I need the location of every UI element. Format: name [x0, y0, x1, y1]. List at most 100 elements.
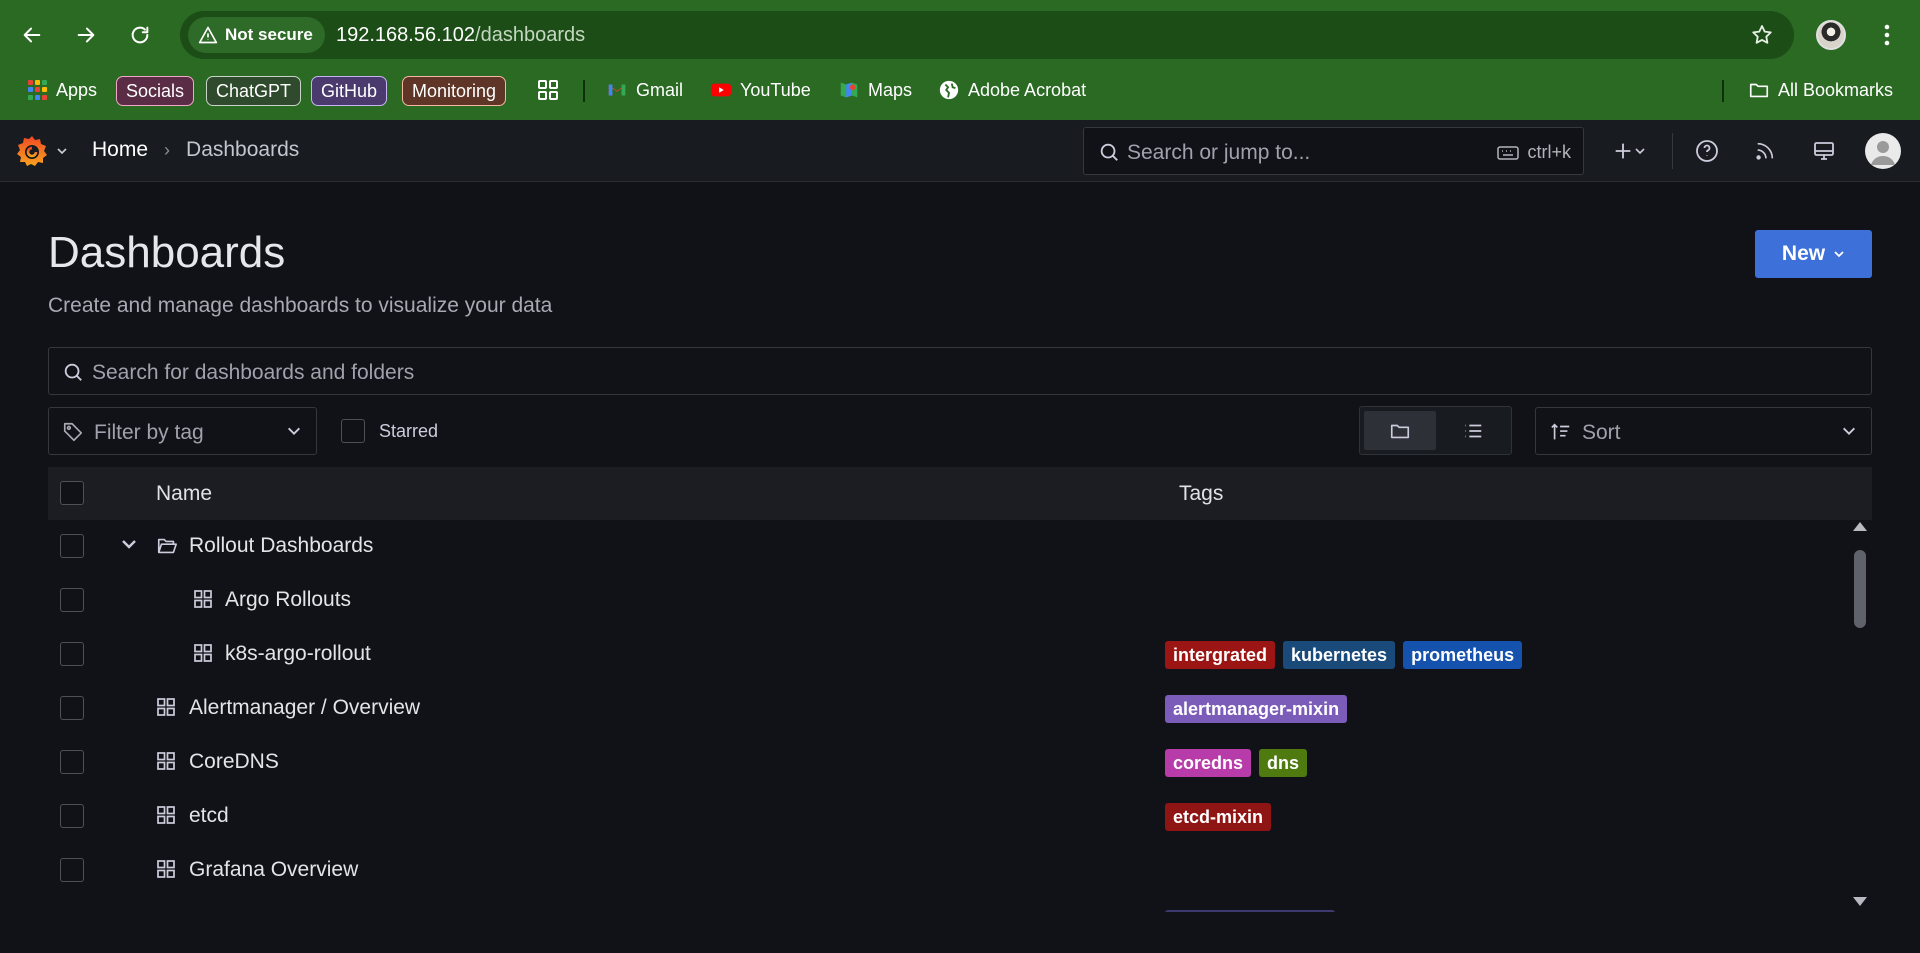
- table-row[interactable]: CoreDNS coredns dns: [48, 736, 1848, 790]
- address-bar[interactable]: Not secure 192.168.56.102/dashboards: [180, 11, 1794, 59]
- page-title: Dashboards: [48, 228, 286, 277]
- bookmark-label: Apps: [56, 79, 98, 100]
- row-tags: etcd-mixin: [1165, 803, 1272, 831]
- all-bookmarks-button[interactable]: All Bookmarks: [1748, 76, 1893, 104]
- row-name[interactable]: etcd: [189, 804, 229, 828]
- tag-badge[interactable]: intergrated: [1165, 641, 1276, 669]
- star-icon: [1752, 25, 1772, 44]
- forward-button[interactable]: [68, 17, 104, 53]
- maps-icon: [840, 82, 858, 98]
- browser-toolbar: Not secure 192.168.56.102/dashboards App…: [0, 0, 1920, 120]
- breadcrumb-current: Dashboards: [186, 138, 300, 161]
- dashboard-search-input[interactable]: Search for dashboards and folders: [48, 347, 1872, 395]
- row-checkbox[interactable]: [60, 534, 84, 558]
- table-row[interactable]: Grafana Overview: [48, 844, 1848, 898]
- user-avatar[interactable]: [1865, 133, 1901, 169]
- grafana-logo-icon: [17, 136, 47, 166]
- help-button[interactable]: [1689, 134, 1725, 168]
- search-icon: [1100, 143, 1118, 161]
- top-search-placeholder: Search or jump to...: [1127, 141, 1311, 164]
- dashboard-grid-icon: [157, 752, 175, 770]
- list-view-button[interactable]: [1437, 411, 1509, 450]
- row-checkbox[interactable]: [60, 858, 84, 882]
- bookmark-folder-github[interactable]: GitHub: [311, 76, 388, 106]
- starred-checkbox[interactable]: [341, 419, 365, 443]
- dashboard-grid-icon: [157, 698, 175, 716]
- bookmark-apps[interactable]: Apps: [28, 76, 97, 104]
- tag-badge[interactable]: dns: [1259, 749, 1308, 777]
- row-tags: intergrated kubernetes prometheus: [1165, 641, 1523, 669]
- bookmark-star-button[interactable]: [1750, 23, 1774, 52]
- reload-icon: [131, 26, 149, 44]
- bookmarks-bar: Apps Socials ChatGPT GitHub Monitoring G…: [0, 70, 1920, 110]
- tag-badge[interactable]: prometheus: [1403, 641, 1523, 669]
- dashboard-grid-icon: [157, 860, 175, 878]
- row-name[interactable]: Rollout Dashboards: [189, 534, 373, 558]
- tag-badge[interactable]: etcd-mixin: [1165, 803, 1272, 831]
- table-header: Name Tags: [48, 467, 1872, 520]
- table-row[interactable]: k8s-argo-rollout intergrated kubernetes …: [48, 628, 1848, 682]
- url-text[interactable]: 192.168.56.102/dashboards: [336, 24, 585, 47]
- help-circle-icon: [1696, 140, 1718, 162]
- row-checkbox[interactable]: [60, 804, 84, 828]
- breadcrumb-separator: ›: [164, 139, 171, 160]
- tag-filter-select[interactable]: Filter by tag: [48, 407, 317, 455]
- sort-select[interactable]: Sort: [1535, 407, 1872, 455]
- row-name[interactable]: CoreDNS: [189, 750, 279, 774]
- table-scrollbar[interactable]: [1848, 520, 1872, 912]
- folder-icon: [1390, 424, 1410, 438]
- top-search-input[interactable]: Search or jump to... ctrl+k: [1083, 127, 1584, 175]
- row-checkbox[interactable]: [60, 588, 84, 612]
- scroll-thumb[interactable]: [1854, 550, 1866, 628]
- chevron-down-icon[interactable]: [120, 535, 138, 553]
- scroll-down-arrow-icon[interactable]: [1853, 897, 1867, 906]
- row-checkbox[interactable]: [60, 750, 84, 774]
- bookmark-folder-socials[interactable]: Socials: [116, 76, 195, 106]
- site-info-chip[interactable]: Not secure: [188, 17, 325, 53]
- bookmark-maps[interactable]: Maps: [838, 76, 912, 104]
- table-row[interactable]: Alertmanager / Overview alertmanager-mix…: [48, 682, 1848, 736]
- chevron-down-icon: [288, 427, 300, 435]
- tag-badge[interactable]: coredns: [1165, 749, 1252, 777]
- row-name[interactable]: k8s-argo-rollout: [225, 642, 371, 666]
- add-new-menu-button[interactable]: [1605, 134, 1653, 168]
- row-checkbox[interactable]: [60, 642, 84, 666]
- bookmark-gmail[interactable]: Gmail: [606, 76, 683, 104]
- row-checkbox[interactable]: [60, 696, 84, 720]
- select-all-checkbox[interactable]: [60, 481, 84, 505]
- bookmark-folder-chatgpt[interactable]: ChatGPT: [206, 76, 302, 106]
- new-button[interactable]: New: [1755, 230, 1872, 278]
- tag-badge[interactable]: alertmanager-mixin: [1165, 695, 1348, 723]
- browser-profile-avatar[interactable]: [1816, 20, 1846, 50]
- warning-icon: [198, 26, 218, 44]
- bookmark-folder-monitoring[interactable]: Monitoring: [402, 76, 507, 106]
- starred-filter: Starred: [341, 419, 438, 443]
- tag-badge[interactable]: kubernetes: [1283, 641, 1396, 669]
- search-icon: [64, 363, 82, 381]
- reload-button[interactable]: [122, 17, 158, 53]
- arrow-right-icon: [77, 27, 95, 43]
- table-row[interactable]: Argo Rollouts: [48, 574, 1848, 628]
- starred-label[interactable]: Starred: [379, 421, 438, 442]
- bookmark-adobe-acrobat[interactable]: Adobe Acrobat: [938, 76, 1086, 104]
- back-button[interactable]: [14, 17, 50, 53]
- table-row[interactable]: etcd etcd-mixin: [48, 790, 1848, 844]
- kiosk-mode-button[interactable]: [1806, 134, 1842, 168]
- row-name[interactable]: Argo Rollouts: [225, 588, 351, 612]
- browser-menu-button[interactable]: [1872, 17, 1902, 53]
- keyboard-icon: [1497, 145, 1520, 160]
- bookmark-youtube[interactable]: YouTube: [710, 76, 811, 104]
- tab-groups-button[interactable]: [536, 76, 560, 104]
- folder-view-button[interactable]: [1364, 411, 1436, 450]
- table-row-folder[interactable]: Rollout Dashboards: [48, 520, 1848, 574]
- row-name[interactable]: Alertmanager / Overview: [189, 696, 420, 720]
- scroll-up-arrow-icon[interactable]: [1853, 522, 1867, 531]
- bookmarks-divider: [1722, 80, 1724, 102]
- dashboards-table: Name Tags Rollout Dashboards Argo Rollou…: [48, 467, 1872, 912]
- grafana-menu-button[interactable]: [14, 133, 68, 169]
- bookmark-label: Monitoring: [412, 80, 497, 101]
- column-header-name[interactable]: Name: [156, 482, 212, 506]
- news-feed-button[interactable]: [1747, 134, 1783, 168]
- breadcrumb-home[interactable]: Home: [92, 138, 148, 162]
- row-name[interactable]: Grafana Overview: [189, 858, 358, 882]
